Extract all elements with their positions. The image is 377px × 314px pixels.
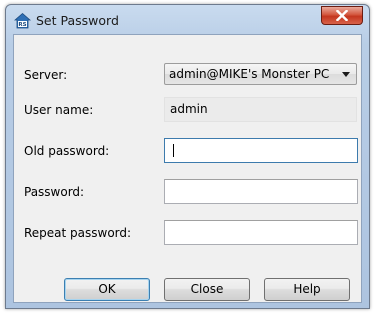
svg-text:RS: RS	[18, 22, 26, 28]
window-close-button[interactable]	[321, 6, 363, 25]
close-icon	[336, 10, 348, 21]
chevron-down-icon	[342, 72, 350, 77]
text-caret	[173, 144, 174, 157]
server-label: Server:	[24, 68, 68, 82]
repeat-password-label: Repeat password:	[24, 226, 132, 240]
username-label: User name:	[24, 103, 94, 117]
server-select[interactable]: admin@MIKE's Monster PC	[164, 63, 357, 85]
title-bar[interactable]: RS Set Password	[6, 5, 369, 35]
set-password-dialog: RS Set Password Server: admin@MIKE's Mon…	[5, 4, 370, 309]
old-password-input[interactable]	[164, 138, 358, 163]
password-label: Password:	[24, 185, 85, 199]
repeat-password-input[interactable]	[164, 220, 358, 245]
close-button[interactable]: Close	[164, 278, 250, 301]
server-select-value: admin@MIKE's Monster PC	[169, 67, 330, 81]
username-field: admin	[164, 97, 357, 122]
dialog-body: Server: admin@MIKE's Monster PC User nam…	[13, 34, 362, 303]
ok-button[interactable]: OK	[64, 278, 150, 301]
rs-server-icon: RS	[13, 12, 32, 29]
password-input[interactable]	[164, 179, 358, 204]
dialog-title: Set Password	[36, 13, 119, 28]
help-button[interactable]: Help	[264, 278, 350, 301]
old-password-label: Old password:	[24, 144, 110, 158]
